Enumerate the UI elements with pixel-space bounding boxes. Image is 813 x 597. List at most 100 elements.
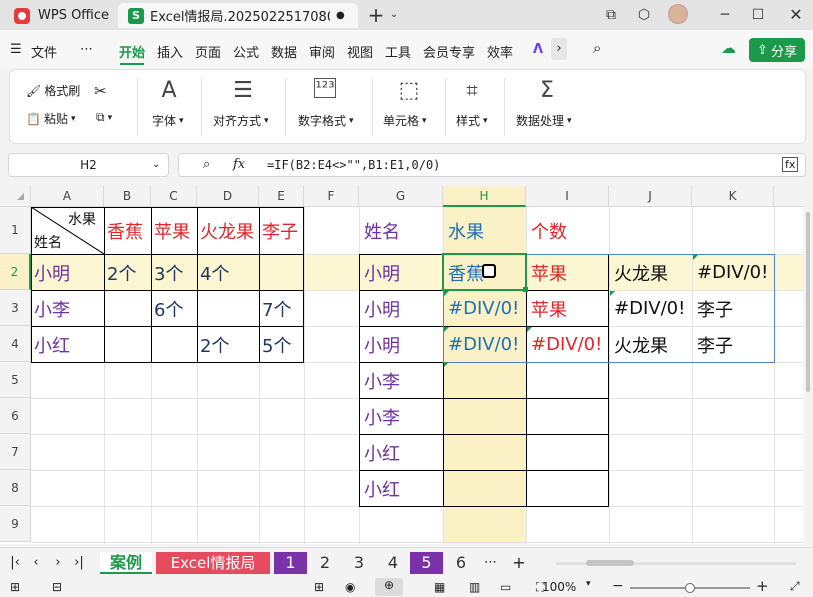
page-break-icon[interactable]: ▭: [500, 580, 511, 594]
formula-input[interactable]: =IF(B2:E4<>"",B1:E1,0/0): [267, 158, 440, 172]
search-icon[interactable]: ⌕: [593, 39, 601, 57]
column-header-c[interactable]: C: [151, 186, 197, 207]
paste-button[interactable]: 📋 粘贴 ▾: [26, 110, 76, 127]
cell-b2[interactable]: 2个: [105, 255, 151, 290]
cell-a2[interactable]: 小明: [32, 255, 104, 290]
close-icon[interactable]: ✕: [786, 5, 806, 25]
sheet-tab-excel-info[interactable]: Excel情报局: [156, 552, 270, 574]
number-format-icon[interactable]: ¹²³: [314, 78, 336, 98]
cell-h1[interactable]: 水果: [446, 208, 526, 254]
row-header-2[interactable]: 2: [0, 254, 31, 290]
chevron-down-icon[interactable]: ▾: [586, 579, 591, 589]
row-header-8[interactable]: 8: [0, 470, 31, 506]
sheet-tab-5[interactable]: 5: [410, 552, 443, 574]
expand-formula-icon[interactable]: fx: [782, 157, 799, 172]
chevron-right-icon[interactable]: ›: [551, 38, 567, 60]
macro-icon[interactable]: ⊞: [10, 580, 20, 594]
unsaved-dot-icon[interactable]: ●: [336, 10, 345, 21]
cell-e1[interactable]: 李子: [260, 208, 304, 254]
expand-icon[interactable]: ⤢: [790, 579, 800, 594]
cell-j4[interactable]: 火龙果: [612, 327, 692, 362]
column-header-j[interactable]: J: [609, 186, 692, 207]
cube-icon[interactable]: ⬡: [634, 5, 654, 25]
cell-g5[interactable]: 小李: [362, 363, 443, 398]
chevron-down-icon[interactable]: ⌄: [388, 5, 400, 25]
sheet-tab-3[interactable]: 3: [344, 552, 374, 574]
cell-i1[interactable]: 个数: [529, 208, 609, 254]
restore-window-icon[interactable]: ⧉: [601, 5, 621, 25]
cell-a1-top[interactable]: 水果: [66, 208, 96, 230]
row-header-1[interactable]: 1: [0, 207, 31, 254]
column-header-k[interactable]: K: [692, 186, 774, 207]
zoom-in-button[interactable]: +: [756, 577, 769, 595]
formula-input-area[interactable]: ⌕ fx =IF(B2:E4<>"",B1:E1,0/0) fx: [178, 153, 806, 177]
cell-a3[interactable]: 小李: [32, 291, 104, 326]
first-sheet-icon[interactable]: |‹: [8, 552, 22, 574]
cell-g8[interactable]: 小红: [362, 471, 443, 506]
cut-icon[interactable]: ✂: [94, 82, 107, 100]
menu-member[interactable]: 会员专享: [423, 42, 475, 61]
row-header-6[interactable]: 6: [0, 398, 31, 434]
horizontal-scroll-thumb[interactable]: [586, 560, 634, 566]
cell-g3[interactable]: 小明: [362, 291, 443, 326]
align-button[interactable]: 对齐方式 ▾: [213, 112, 269, 129]
eye-icon[interactable]: ◉: [345, 580, 355, 594]
layout-icon[interactable]: ⊞: [314, 580, 324, 594]
cell-g7[interactable]: 小红: [362, 435, 443, 470]
data-processing-button[interactable]: 数据处理 ▾: [516, 112, 572, 129]
style-icon[interactable]: ⌗: [457, 78, 487, 102]
cloud-sync-icon[interactable]: ☁: [721, 39, 736, 57]
share-button[interactable]: ⇪ 分享: [749, 38, 805, 62]
font-button[interactable]: 字体 ▾: [152, 112, 184, 129]
row-header-4[interactable]: 4: [0, 326, 31, 362]
record-icon[interactable]: ⊟: [52, 580, 62, 594]
cell-format-button[interactable]: 单元格 ▾: [383, 112, 427, 129]
column-header-i[interactable]: I: [526, 186, 609, 207]
cell-e3[interactable]: 7个: [260, 291, 304, 326]
column-header-b[interactable]: B: [104, 186, 151, 207]
cell-d2[interactable]: 4个: [198, 255, 259, 290]
avatar[interactable]: [668, 4, 688, 24]
menu-data[interactable]: 数据: [271, 42, 297, 61]
column-header-d[interactable]: D: [197, 186, 259, 207]
menu-page[interactable]: 页面: [195, 42, 221, 61]
cell-c1[interactable]: 苹果: [152, 208, 197, 254]
menu-insert[interactable]: 插入: [157, 42, 183, 61]
copy-button[interactable]: ⧉ ▾: [96, 110, 112, 125]
format-painter-button[interactable]: 🖌 格式刷: [26, 82, 80, 99]
zoom-value[interactable]: 100%: [542, 580, 576, 594]
cell-d1[interactable]: 火龙果: [198, 208, 259, 254]
menu-home[interactable]: 开始: [119, 42, 145, 61]
row-header-7[interactable]: 7: [0, 434, 31, 470]
align-icon[interactable]: ☰: [228, 78, 258, 103]
column-header-e[interactable]: E: [259, 186, 304, 207]
normal-view-icon[interactable]: ▦: [434, 580, 445, 594]
cell-c3[interactable]: 6个: [152, 291, 197, 326]
cell-i2[interactable]: 苹果: [529, 255, 609, 290]
fx-icon[interactable]: fx: [233, 157, 245, 172]
prev-sheet-icon[interactable]: ‹: [30, 552, 42, 574]
menu-review[interactable]: 审阅: [309, 42, 335, 61]
cell-j2[interactable]: 火龙果: [612, 255, 692, 290]
column-header-a[interactable]: A: [31, 186, 104, 207]
cell-g4[interactable]: 小明: [362, 327, 443, 362]
more-tabs-icon[interactable]: ⋯: [484, 552, 497, 574]
cell-h4[interactable]: #DIV/0!: [446, 327, 526, 362]
cell-i3[interactable]: 苹果: [529, 291, 609, 326]
cell-k4[interactable]: 李子: [695, 327, 774, 362]
column-header-h[interactable]: H: [443, 186, 526, 207]
zoom-out-button[interactable]: −: [612, 578, 624, 594]
cell-k3[interactable]: 李子: [695, 291, 774, 326]
cell-g2[interactable]: 小明: [362, 255, 443, 290]
cell-e4[interactable]: 5个: [260, 327, 304, 362]
zoom-formula-icon[interactable]: ⌕: [203, 157, 210, 172]
cell-c2[interactable]: 3个: [152, 255, 197, 290]
cell-j3[interactable]: #DIV/0!: [612, 291, 692, 326]
menu-file[interactable]: 文件: [31, 42, 57, 61]
row-header-9[interactable]: 9: [0, 506, 31, 542]
tab-document[interactable]: S Excel情报局.202502251708001 ●: [118, 3, 358, 28]
hamburger-icon[interactable]: ☰: [10, 42, 22, 57]
cell-a1-bottom[interactable]: 姓名: [32, 230, 62, 253]
cell-g6[interactable]: 小李: [362, 399, 443, 434]
font-icon[interactable]: A: [154, 78, 184, 103]
